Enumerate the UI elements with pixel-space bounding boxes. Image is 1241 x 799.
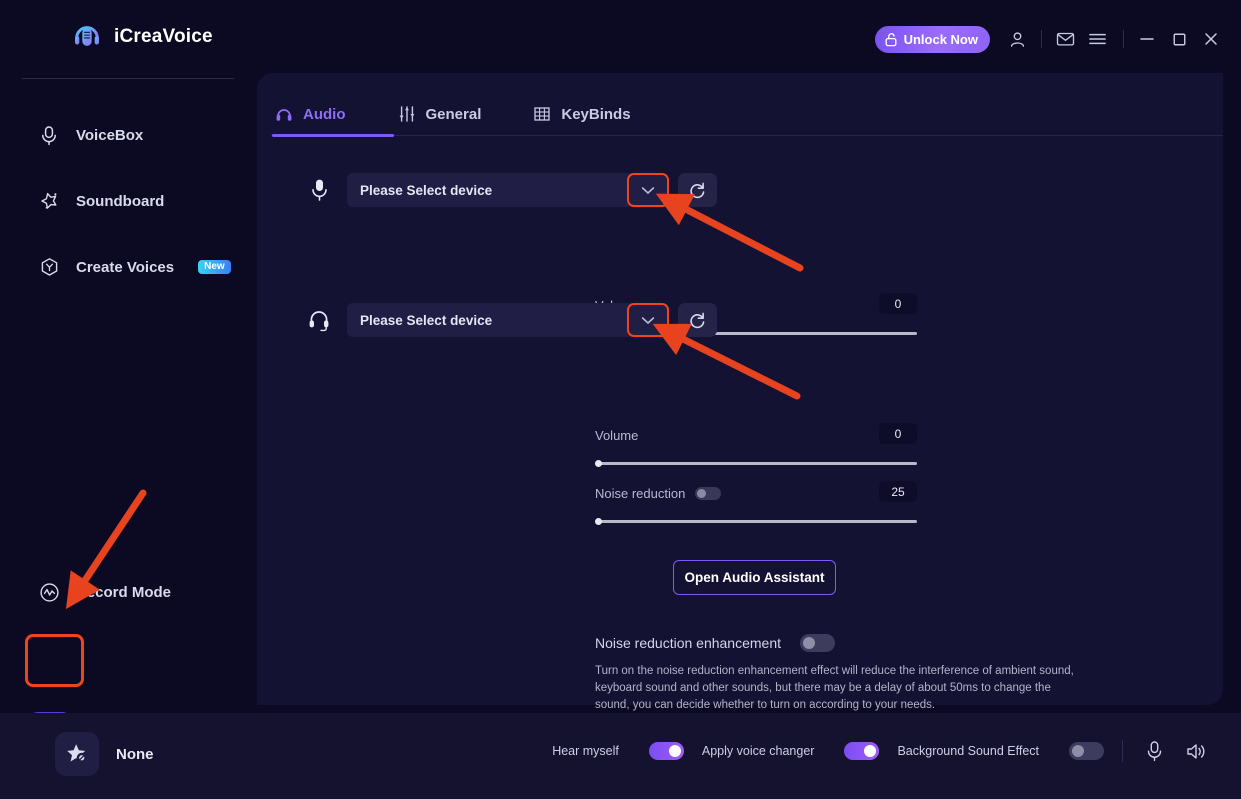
active-tab-indicator bbox=[272, 134, 394, 137]
apply-voice-changer-label: Apply voice changer bbox=[701, 744, 815, 758]
background-sound-effect-label: Background Sound Effect bbox=[897, 744, 1039, 758]
microphone-refresh-button[interactable] bbox=[678, 173, 717, 207]
unlock-now-button[interactable]: Unlock Now bbox=[874, 26, 990, 53]
headphone-volume-slider-group: Volume 0 bbox=[595, 423, 917, 467]
speaker-volume-icon[interactable] bbox=[1183, 738, 1209, 764]
close-icon[interactable] bbox=[1199, 27, 1223, 51]
slider-label: Volume bbox=[595, 427, 639, 443]
bottom-divider bbox=[1122, 740, 1123, 762]
slider-value: 25 bbox=[879, 481, 917, 502]
sidebar-item-label: Record Mode bbox=[76, 583, 172, 601]
slider-knob[interactable] bbox=[595, 518, 602, 525]
headphone-device-row: Please Select device bbox=[302, 303, 717, 337]
tab-label: General bbox=[425, 105, 482, 123]
chevron-down-icon bbox=[641, 186, 655, 194]
titlebar-divider-2 bbox=[1123, 30, 1124, 48]
selected-device-label: Please Select device bbox=[360, 182, 493, 198]
current-preset[interactable]: None bbox=[55, 732, 154, 776]
toggle-knob bbox=[1072, 745, 1084, 757]
sidebar-item-label: Soundboard bbox=[76, 192, 165, 210]
title-bar: iCreaVoice Unlock Now bbox=[0, 0, 1241, 78]
mic-headphones-logo-icon bbox=[75, 26, 99, 46]
new-badge: New bbox=[198, 260, 231, 274]
bottom-bar: None Hear myself Apply voice changer Bac… bbox=[0, 713, 1241, 799]
microphone-icon[interactable] bbox=[1141, 738, 1167, 764]
tab-bar: Audio General KeyBinds bbox=[271, 95, 635, 133]
tab-keybinds[interactable]: KeyBinds bbox=[529, 95, 634, 133]
microphone-device-row: Please Select device bbox=[302, 173, 717, 207]
waveform-circle-icon bbox=[38, 581, 60, 603]
microphone-device-select[interactable]: Please Select device bbox=[347, 173, 669, 207]
noise-reduction-slider[interactable] bbox=[595, 518, 917, 525]
tab-label: KeyBinds bbox=[561, 105, 631, 123]
refresh-icon bbox=[690, 182, 705, 198]
minimize-icon[interactable] bbox=[1135, 27, 1159, 51]
sliders-icon bbox=[398, 105, 416, 123]
toggle-knob bbox=[697, 488, 707, 498]
headphones-icon bbox=[275, 105, 293, 123]
content-panel: Audio General KeyBinds Please Select dev… bbox=[257, 73, 1223, 711]
noise-reduction-slider-group: Noise reduction 25 bbox=[595, 481, 917, 525]
toggle-knob bbox=[668, 745, 681, 757]
background-sound-effect-toggle[interactable] bbox=[1069, 742, 1104, 760]
apply-voice-changer-toggle[interactable] bbox=[844, 742, 880, 760]
microphone-dropdown-chevron[interactable] bbox=[627, 173, 669, 207]
microphone-icon bbox=[38, 124, 60, 146]
tab-separator bbox=[271, 135, 1223, 136]
hear-myself-label: Hear myself bbox=[552, 744, 619, 758]
sidebar-item-soundboard[interactable]: Soundboard bbox=[38, 187, 164, 215]
sidebar-item-voicebox[interactable]: VoiceBox bbox=[38, 121, 143, 149]
slider-value: 0 bbox=[879, 293, 917, 314]
noise-reduction-toggle[interactable] bbox=[695, 486, 722, 500]
star-disabled-icon bbox=[55, 732, 99, 776]
microphone-icon bbox=[302, 174, 336, 206]
sidebar-item-record-mode[interactable]: Record Mode bbox=[38, 578, 171, 606]
slider-knob[interactable] bbox=[595, 460, 602, 467]
preset-name-label: None bbox=[116, 745, 154, 763]
hear-myself-toggle[interactable] bbox=[648, 742, 684, 760]
mail-icon[interactable] bbox=[1053, 27, 1077, 51]
sidebar-item-label: VoiceBox bbox=[76, 126, 144, 144]
app-title: iCreaVoice bbox=[114, 26, 213, 47]
headphone-dropdown-chevron[interactable] bbox=[627, 303, 669, 337]
user-icon[interactable] bbox=[1005, 27, 1029, 51]
noise-enhancement-row: Noise reduction enhancement bbox=[595, 634, 836, 652]
titlebar-divider-1 bbox=[1041, 30, 1042, 48]
sidebar-divider bbox=[22, 78, 234, 79]
headphone-refresh-button[interactable] bbox=[678, 303, 717, 337]
unlock-padlock-icon bbox=[885, 33, 897, 47]
headphone-volume-slider[interactable] bbox=[595, 460, 917, 467]
sidebar-item-label: Create Voices bbox=[76, 258, 175, 276]
tab-audio[interactable]: Audio bbox=[271, 95, 350, 133]
toggle-knob bbox=[864, 745, 877, 757]
headphone-device-select[interactable]: Please Select device bbox=[347, 303, 669, 337]
slider-label: Noise reduction bbox=[595, 485, 686, 501]
hamburger-menu-icon[interactable] bbox=[1085, 27, 1109, 51]
grid-icon bbox=[533, 105, 551, 123]
bottom-controls: Hear myself Apply voice changer Backgrou… bbox=[552, 738, 1209, 764]
sidebar-item-create-voices[interactable]: Create Voices New bbox=[38, 253, 231, 281]
refresh-icon bbox=[690, 312, 705, 328]
chevron-down-icon bbox=[641, 316, 655, 324]
noise-enhancement-toggle[interactable] bbox=[800, 634, 836, 652]
sidebar: VoiceBox Soundboard Create Voices New Re… bbox=[0, 78, 257, 756]
noise-enhancement-description: Turn on the noise reduction enhancement … bbox=[595, 665, 1074, 711]
sparkle-star-icon bbox=[38, 190, 60, 212]
slider-value: 0 bbox=[879, 423, 917, 444]
tab-label: Audio bbox=[303, 105, 346, 123]
unlock-now-label: Unlock Now bbox=[903, 32, 978, 47]
settings-button-highlight bbox=[25, 634, 84, 687]
hexagon-y-icon bbox=[38, 256, 60, 278]
app-logo: iCreaVoice bbox=[72, 22, 213, 52]
headset-icon bbox=[302, 304, 336, 336]
app-window: iCreaVoice Unlock Now VoiceBox Soundboar… bbox=[0, 0, 1241, 799]
noise-enhancement-label: Noise reduction enhancement bbox=[595, 635, 782, 651]
tab-general[interactable]: General bbox=[394, 95, 486, 133]
toggle-knob bbox=[803, 637, 816, 649]
selected-device-label: Please Select device bbox=[360, 312, 493, 328]
open-audio-assistant-button[interactable]: Open Audio Assistant bbox=[673, 560, 836, 595]
maximize-icon[interactable] bbox=[1167, 27, 1191, 51]
